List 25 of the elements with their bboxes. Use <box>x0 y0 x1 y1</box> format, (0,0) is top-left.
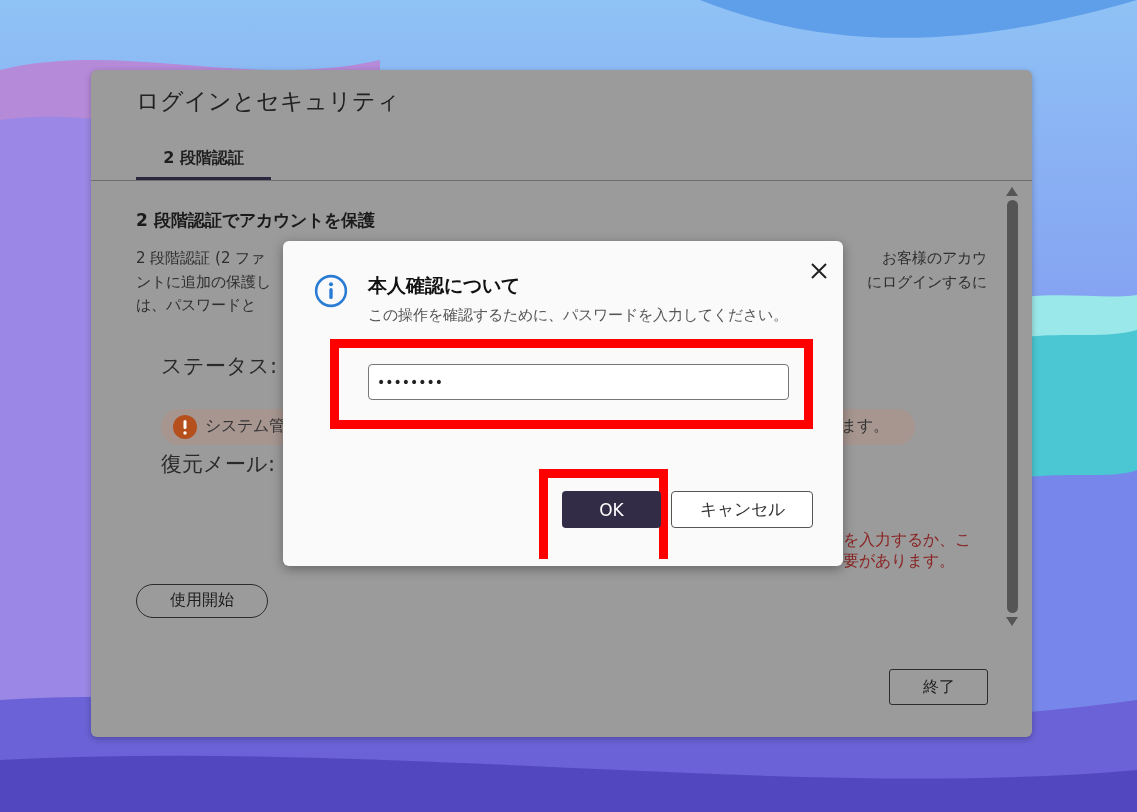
scroll-up-icon[interactable] <box>1006 187 1018 196</box>
section-heading: 2 段階認証でアカウントを保護 <box>136 209 375 232</box>
description-text: お客様のアカウ <box>882 248 987 269</box>
warning-icon <box>173 414 197 439</box>
description-text: は、パスワードと <box>136 295 256 316</box>
status-label: ステータス: <box>161 352 278 380</box>
close-button[interactable]: 終了 <box>889 669 988 705</box>
warning-text: を入力するか、こ <box>843 528 971 550</box>
description-text: にログインするに <box>867 271 987 293</box>
scroll-down-icon[interactable] <box>1006 617 1018 626</box>
close-icon[interactable] <box>811 263 827 279</box>
dialog-title: 本人確認について <box>368 273 521 298</box>
dialog-message: この操作を確認するために、パスワードを入力してください。 <box>368 305 788 326</box>
warning-text: 要があります。 <box>843 549 956 571</box>
window-title: ログインとセキュリティ <box>136 87 401 116</box>
notice-text: ます。 <box>841 416 889 437</box>
cancel-button[interactable]: キャンセル <box>671 491 813 528</box>
recovery-email-label: 復元メール: <box>161 450 276 478</box>
notice-text: システム管 <box>205 416 285 437</box>
description-text: ントに追加の保護し <box>136 271 271 293</box>
tab[interactable]: 2 段階認証 <box>136 140 271 180</box>
description-text: 2 段階認証 (2 ファ <box>136 248 266 269</box>
scrollbar-thumb[interactable] <box>1006 200 1018 613</box>
ok-button[interactable]: OK <box>562 491 661 528</box>
password-field[interactable]: •••••••• <box>368 364 789 400</box>
